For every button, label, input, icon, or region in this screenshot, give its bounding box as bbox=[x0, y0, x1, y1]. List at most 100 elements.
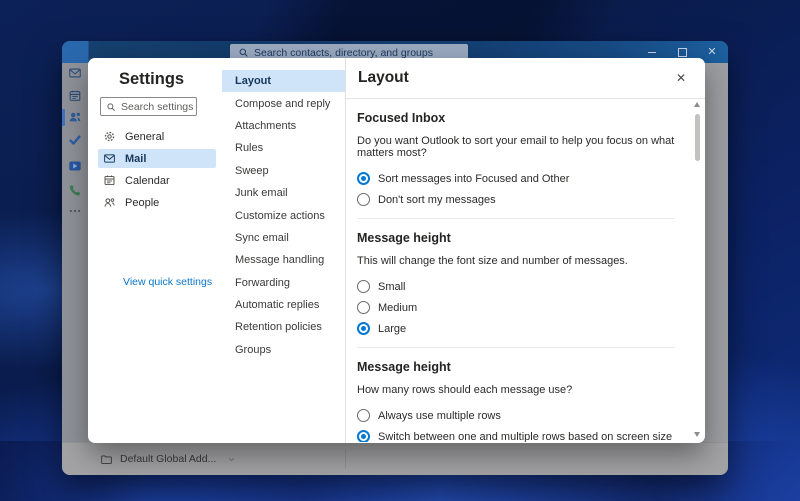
search-icon bbox=[107, 102, 115, 111]
radio-label: Switch between one and multiple rows bas… bbox=[378, 430, 673, 443]
radio-label: Small bbox=[378, 280, 406, 293]
radio-option[interactable]: Always use multiple rows bbox=[357, 405, 679, 426]
settings-nav-sweep[interactable]: Sweep bbox=[222, 160, 345, 182]
radio-selected-icon bbox=[357, 322, 370, 335]
radio-unselected-icon bbox=[357, 409, 370, 422]
radio-option[interactable]: Medium bbox=[357, 297, 679, 318]
close-icon: ✕ bbox=[707, 45, 717, 58]
settings-title: Settings bbox=[119, 70, 185, 88]
view-quick-settings-link[interactable]: View quick settings bbox=[123, 276, 212, 288]
people-filled-icon bbox=[69, 112, 81, 122]
maximize-icon bbox=[677, 47, 687, 57]
scroll-down-icon[interactable] bbox=[694, 432, 700, 437]
global-search-placeholder: Search contacts, directory, and groups bbox=[254, 46, 433, 59]
radio-option[interactable]: Large bbox=[357, 318, 679, 339]
group-question: Do you want Outlook to sort your email t… bbox=[357, 135, 675, 159]
radio-option[interactable]: Small bbox=[357, 276, 679, 297]
settings-nav-junk-email[interactable]: Junk email bbox=[222, 182, 345, 204]
radio-option[interactable]: Sort messages into Focused and Other bbox=[357, 168, 679, 189]
radio-label: Don't sort my messages bbox=[378, 193, 496, 206]
radio-selected-icon bbox=[357, 430, 370, 442]
scrollbar-thumb[interactable] bbox=[694, 114, 700, 161]
panel-scrollbar[interactable] bbox=[693, 102, 701, 437]
settings-category-people[interactable]: People bbox=[98, 193, 216, 212]
settings-nav-customize-actions[interactable]: Customize actions bbox=[222, 204, 345, 226]
radio-unselected-icon bbox=[357, 301, 370, 314]
settings-category-label: Mail bbox=[125, 152, 147, 165]
folder-bar: Default Global Add... bbox=[62, 442, 728, 475]
settings-category-mail[interactable]: Mail bbox=[98, 149, 216, 168]
rail-item-mail[interactable] bbox=[62, 64, 88, 82]
gear-icon bbox=[104, 131, 115, 142]
settings-dialog: Settings Search settings General Mail Cale… bbox=[88, 58, 705, 443]
folder-selector[interactable]: Default Global Add... bbox=[100, 449, 236, 469]
settings-nav-forwarding[interactable]: Forwarding bbox=[222, 272, 345, 294]
radio-label: Sort messages into Focused and Other bbox=[378, 172, 570, 185]
settings-category-calendar[interactable]: Calendar bbox=[98, 171, 216, 190]
settings-nav-automatic-replies[interactable]: Automatic replies bbox=[222, 294, 345, 316]
settings-nav-groups[interactable]: Groups bbox=[222, 339, 345, 361]
search-icon bbox=[239, 48, 248, 57]
app-arrow-icon bbox=[69, 161, 81, 171]
radio-option[interactable]: Switch between one and multiple rows bas… bbox=[357, 426, 679, 442]
rail-item-todo-check[interactable] bbox=[62, 131, 88, 149]
settings-nav-rules[interactable]: Rules bbox=[222, 137, 345, 159]
settings-group-0: Focused Inbox Do you want Outlook to sort… bbox=[357, 99, 679, 210]
settings-nav-retention-policies[interactable]: Retention policies bbox=[222, 316, 345, 338]
settings-search-placeholder: Search settings bbox=[121, 100, 194, 113]
settings-detail-panel: Layout ✕ Focused Inbox Do you want Outloo… bbox=[346, 58, 705, 443]
panel-header: Layout ✕ bbox=[346, 58, 705, 99]
settings-nav-layout[interactable]: Layout bbox=[222, 70, 345, 93]
settings-search-input[interactable]: Search settings bbox=[100, 97, 197, 116]
rail-item-people[interactable] bbox=[62, 108, 88, 126]
settings-nav-message-handling[interactable]: Message handling bbox=[222, 249, 345, 271]
panel-content: Focused Inbox Do you want Outlook to sort… bbox=[346, 99, 705, 442]
radio-selected-icon bbox=[357, 172, 370, 185]
mail-icon bbox=[104, 154, 115, 163]
settings-category-label: People bbox=[125, 196, 160, 209]
close-button[interactable]: ✕ bbox=[704, 44, 720, 60]
radio-label: Always use multiple rows bbox=[378, 409, 501, 422]
radio-label: Large bbox=[378, 322, 407, 335]
settings-group-2: Message height How many rows should each … bbox=[357, 348, 679, 442]
group-heading: Message height bbox=[357, 231, 451, 245]
close-icon: ✕ bbox=[675, 71, 687, 85]
people-icon bbox=[104, 198, 115, 207]
settings-nav-attachments[interactable]: Attachments bbox=[222, 115, 345, 137]
calendar-icon bbox=[104, 175, 115, 186]
settings-category-label: Calendar bbox=[125, 174, 170, 187]
calendar-icon bbox=[69, 90, 81, 101]
app-rail bbox=[62, 63, 88, 443]
settings-category-general[interactable]: General bbox=[98, 127, 216, 146]
group-question: How many rows should each message use? bbox=[357, 384, 573, 396]
rail-selection-indicator bbox=[62, 109, 65, 126]
settings-category-label: General bbox=[125, 130, 165, 143]
rail-item-calls[interactable] bbox=[62, 181, 88, 199]
settings-left-pane: Settings Search settings General Mail Cale… bbox=[88, 58, 222, 443]
group-question: This will change the font size and numbe… bbox=[357, 255, 628, 267]
dialog-close-button[interactable]: ✕ bbox=[673, 70, 689, 86]
radio-label: Medium bbox=[378, 301, 418, 314]
minimize-icon bbox=[648, 51, 656, 53]
calls-icon bbox=[69, 185, 81, 196]
folder-bar-divider bbox=[345, 449, 346, 469]
folder-label: Default Global Add... bbox=[120, 453, 217, 465]
rail-item-calendar[interactable] bbox=[62, 87, 88, 105]
more-icon bbox=[69, 209, 81, 213]
radio-unselected-icon bbox=[357, 280, 370, 293]
todo-check-icon bbox=[69, 135, 81, 145]
rail-item-more[interactable] bbox=[62, 202, 88, 220]
settings-nav-sync-email[interactable]: Sync email bbox=[222, 227, 345, 249]
group-heading: Message height bbox=[357, 360, 451, 374]
panel-title: Layout bbox=[358, 69, 409, 86]
folder-icon bbox=[101, 454, 112, 464]
radio-option[interactable]: Don't sort my messages bbox=[357, 189, 679, 210]
group-heading: Focused Inbox bbox=[357, 111, 446, 125]
settings-nav-compose-and-reply[interactable]: Compose and reply bbox=[222, 92, 345, 114]
settings-section-nav: Layout Compose and reply Attachments Rules S… bbox=[222, 58, 346, 443]
chevron-down-icon bbox=[229, 457, 235, 461]
settings-categories: General Mail Calendar People bbox=[98, 127, 216, 215]
radio-unselected-icon bbox=[357, 193, 370, 206]
scroll-up-icon[interactable] bbox=[694, 102, 700, 107]
rail-item-app-arrow[interactable] bbox=[62, 157, 88, 175]
